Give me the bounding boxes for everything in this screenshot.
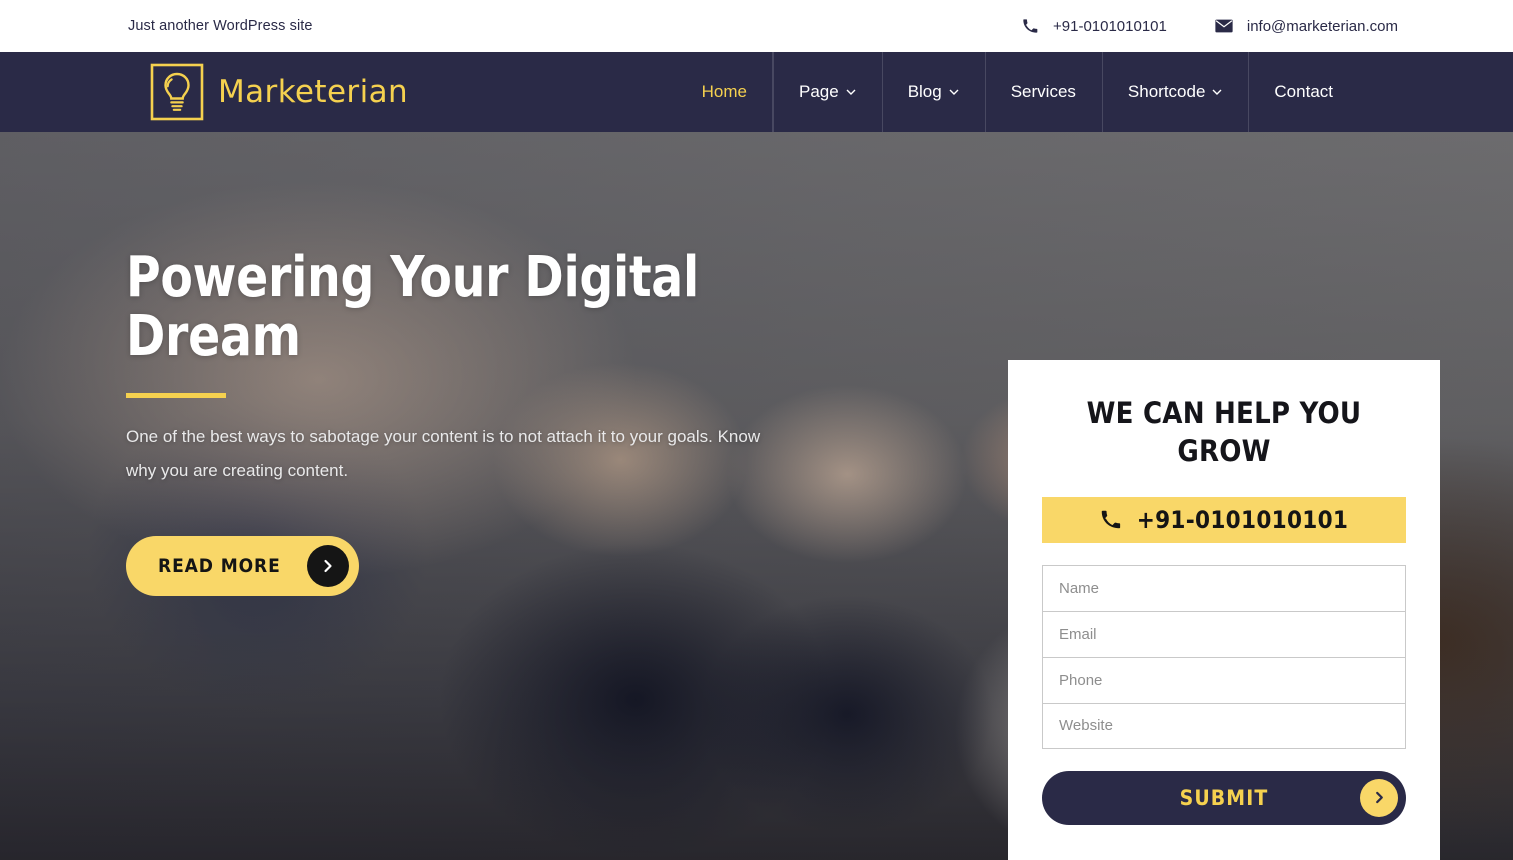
contact-form-card: WE CAN HELP YOU GROW +91-0101010101 SUBM… xyxy=(1008,360,1440,860)
site-tagline: Just another WordPress site xyxy=(128,18,313,34)
nav-item-shortcode[interactable]: Shortcode xyxy=(1101,52,1249,132)
nav-label-home: Home xyxy=(701,82,747,101)
top-bar-contacts: +91-0101010101 info@marketerian.com xyxy=(1021,17,1398,35)
nav-label-blog: Blog xyxy=(907,82,942,101)
phone-input[interactable] xyxy=(1042,656,1406,703)
hero-title: Powering Your Digital Dream xyxy=(126,245,699,370)
nav-item-services[interactable]: Services xyxy=(984,52,1102,132)
lightbulb-in-frame-icon xyxy=(148,61,206,123)
form-phone-button[interactable]: +91-0101010101 xyxy=(1042,496,1406,543)
phone-icon xyxy=(1100,509,1121,530)
main-navigation: Home Page Blog Services Shortcode Contac… xyxy=(676,52,1513,132)
form-card-title: WE CAN HELP YOU GROW xyxy=(1086,396,1362,469)
nav-label-shortcode: Shortcode xyxy=(1127,82,1206,101)
read-more-label: READ MORE xyxy=(158,554,281,577)
hero-slider: Powering Your Digital Dream One of the b… xyxy=(0,132,1513,860)
hero-copy: Powering Your Digital Dream One of the b… xyxy=(126,132,846,596)
submit-button[interactable]: SUBMIT xyxy=(1042,770,1406,825)
email-input[interactable] xyxy=(1042,610,1406,657)
brand-name: Marketerian xyxy=(218,74,409,110)
hero-accent-rule xyxy=(126,392,226,398)
nav-item-contact[interactable]: Contact xyxy=(1248,52,1359,132)
top-bar-email-text: info@marketerian.com xyxy=(1246,17,1398,35)
nav-item-home[interactable]: Home xyxy=(676,52,774,132)
chevron-right-icon xyxy=(1360,778,1398,817)
nav-label-page: Page xyxy=(798,82,839,101)
website-input[interactable] xyxy=(1042,702,1406,749)
nav-label-services: Services xyxy=(1010,82,1076,101)
read-more-button[interactable]: READ MORE xyxy=(126,535,359,596)
top-bar: Just another WordPress site +91-01010101… xyxy=(0,0,1513,52)
contact-form-fields xyxy=(1042,564,1406,749)
top-bar-phone[interactable]: +91-0101010101 xyxy=(1021,17,1167,35)
site-header: Marketerian Home Page Blog Services Shor… xyxy=(0,52,1513,132)
chevron-down-icon xyxy=(949,89,959,95)
hero-subtitle: One of the best ways to sabotage your co… xyxy=(126,426,761,480)
nav-label-contact: Contact xyxy=(1274,82,1333,101)
top-bar-phone-text: +91-0101010101 xyxy=(1053,17,1167,35)
top-bar-email[interactable]: info@marketerian.com xyxy=(1215,17,1398,35)
nav-item-page[interactable]: Page xyxy=(772,52,882,132)
name-input[interactable] xyxy=(1042,564,1406,611)
brand-logo[interactable]: Marketerian xyxy=(0,52,408,132)
chevron-right-icon xyxy=(306,544,349,587)
phone-icon xyxy=(1021,17,1039,35)
submit-label: SUBMIT xyxy=(1179,785,1269,810)
chevron-down-icon xyxy=(1212,89,1222,95)
chevron-down-icon xyxy=(846,89,856,95)
envelope-icon xyxy=(1215,17,1233,35)
form-phone-text: +91-0101010101 xyxy=(1136,505,1349,534)
nav-item-blog[interactable]: Blog xyxy=(881,52,985,132)
